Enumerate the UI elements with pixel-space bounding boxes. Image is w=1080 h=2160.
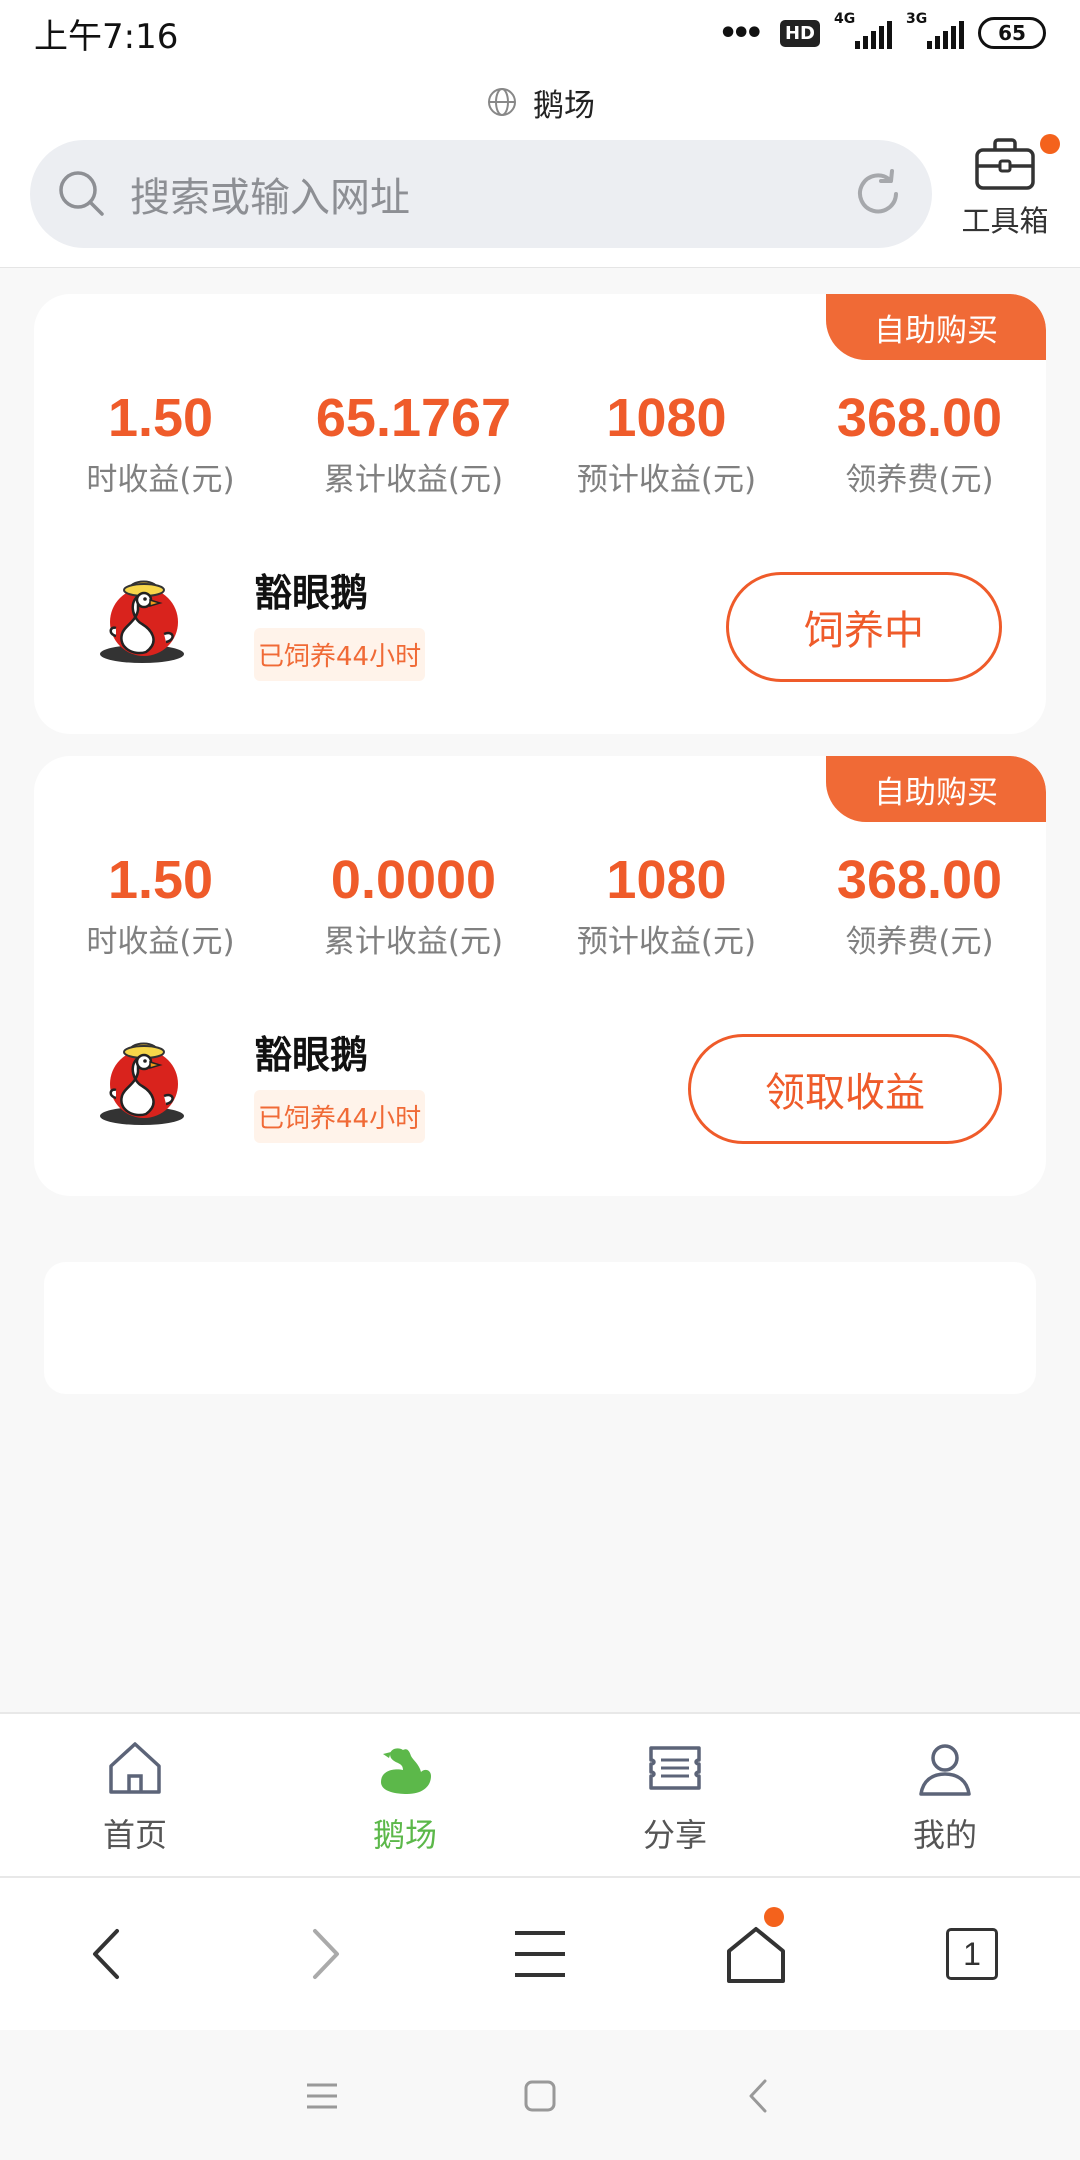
toolbox-label: 工具箱 — [961, 204, 1049, 238]
toolbox-button[interactable]: 工具箱 — [950, 134, 1060, 256]
stat-label: 领养费(元) — [845, 924, 994, 960]
goose-icon — [381, 1748, 431, 1794]
empty-placeholder-card — [44, 1262, 1036, 1394]
goose-status-tag: 已饲养44小时 — [254, 1090, 426, 1143]
signal-icon-1: 4G — [834, 11, 892, 51]
signal-icon-2: 3G — [906, 11, 964, 51]
network-type-2: 3G — [906, 11, 928, 27]
globe-icon — [488, 88, 516, 116]
stat-value: 1.50 — [107, 388, 214, 448]
tab-label: 我的 — [912, 1816, 977, 1854]
goose-status-tag: 已饲养44小时 — [254, 628, 426, 681]
stat-value: 368.00 — [836, 388, 1003, 448]
tab-label: 鹅场 — [372, 1816, 437, 1854]
more-dots-icon: ••• — [718, 15, 763, 51]
goose-name: 豁眼鹅 — [254, 571, 369, 615]
status-time: 上午7:16 — [34, 16, 179, 57]
system-back-icon[interactable] — [739, 2077, 777, 2115]
stat-hourly-income: 1.50 时收益(元) — [34, 384, 287, 499]
forward-arrow-icon — [313, 1929, 339, 1979]
recent-apps-icon[interactable] — [303, 2077, 341, 2115]
browser-header: 鹅场 搜索或输入网址 工具箱 — [0, 66, 1080, 268]
stats-row: 1.50 时收益(元) 65.1767 累计收益(元) 1080 预计收益(元)… — [34, 384, 1046, 499]
claim-income-button[interactable]: 领取收益 — [688, 1034, 1002, 1144]
browser-nav-bar: 1 — [0, 1876, 1080, 2030]
menu-button[interactable] — [432, 1877, 648, 2031]
forward-button[interactable] — [216, 1877, 432, 2031]
goose-name: 豁眼鹅 — [254, 1033, 369, 1077]
stat-adoption-fee: 368.00 领养费(元) — [793, 384, 1046, 499]
browser-home-button[interactable] — [648, 1877, 864, 2031]
stat-value: 1080 — [606, 850, 727, 910]
stat-value: 368.00 — [836, 850, 1003, 910]
tab-goose-farm[interactable]: 鹅场 — [270, 1714, 540, 1876]
status-bar: 上午7:16 ••• HD 4G 3G 65 — [0, 0, 1080, 66]
notification-dot — [764, 1907, 784, 1927]
stat-label: 时收益(元) — [86, 462, 235, 498]
search-icon — [59, 171, 104, 216]
hd-badge: HD — [779, 19, 820, 47]
tab-home[interactable]: 首页 — [0, 1714, 270, 1876]
toolbox-icon — [975, 138, 1035, 190]
system-home-icon[interactable] — [521, 2077, 559, 2115]
user-icon — [919, 1744, 971, 1796]
tabs-button[interactable]: 1 — [864, 1877, 1080, 2031]
site-info: 鹅场 — [0, 74, 1080, 130]
stat-label: 领养费(元) — [845, 462, 994, 498]
back-button[interactable] — [0, 1877, 216, 2031]
tab-label: 首页 — [102, 1816, 167, 1854]
stat-value: 1080 — [606, 388, 727, 448]
search-bar[interactable]: 搜索或输入网址 — [30, 140, 932, 248]
home-icon — [109, 1742, 161, 1794]
stat-expected-income: 1080 预计收益(元) — [540, 384, 793, 499]
self-buy-badge[interactable]: 自助购买 — [826, 294, 1046, 360]
stat-value: 0.0000 — [330, 850, 497, 910]
stat-value: 65.1767 — [315, 388, 512, 448]
tab-count-icon: 1 — [946, 1928, 998, 1980]
self-buy-badge[interactable]: 自助购买 — [826, 756, 1046, 822]
search-input[interactable]: 搜索或输入网址 — [130, 165, 850, 223]
menu-icon — [515, 1931, 565, 1977]
share-icon — [649, 1746, 701, 1790]
status-indicators: ••• HD 4G 3G 65 — [718, 11, 1046, 51]
stat-hourly-income: 1.50 时收益(元) — [34, 846, 287, 961]
refresh-icon[interactable] — [850, 166, 906, 222]
stat-total-income: 65.1767 累计收益(元) — [287, 384, 540, 499]
feeding-button[interactable]: 饲养中 — [726, 572, 1002, 682]
stats-row: 1.50 时收益(元) 0.0000 累计收益(元) 1080 预计收益(元) … — [34, 846, 1046, 961]
tab-label: 分享 — [642, 1816, 707, 1854]
stat-adoption-fee: 368.00 领养费(元) — [793, 846, 1046, 961]
network-type-1: 4G — [834, 11, 856, 27]
battery-level: 65 — [998, 21, 1026, 45]
stat-label: 预计收益(元) — [576, 462, 757, 498]
app-screen: 上午7:16 ••• HD 4G 3G 65 鹅场 搜索或输入网址 工具箱 自助… — [0, 0, 1080, 2160]
battery-icon: 65 — [978, 17, 1046, 49]
app-tab-bar: 首页 鹅场 分享 我的 — [0, 1712, 1080, 1876]
house-icon — [727, 1927, 785, 1983]
stat-label: 累计收益(元) — [323, 462, 504, 498]
goose-avatar-icon — [100, 1042, 184, 1125]
stat-total-income: 0.0000 累计收益(元) — [287, 846, 540, 961]
stat-label: 累计收益(元) — [323, 924, 504, 960]
goose-card-1: 自助购买 1.50 时收益(元) 65.1767 累计收益(元) 1080 预计… — [34, 294, 1046, 734]
tab-mine[interactable]: 我的 — [810, 1714, 1080, 1876]
stat-value: 1.50 — [107, 850, 214, 910]
system-nav-bar — [0, 2032, 1080, 2160]
goose-card-2: 自助购买 1.50 时收益(元) 0.0000 累计收益(元) 1080 预计收… — [34, 756, 1046, 1196]
tab-share[interactable]: 分享 — [540, 1714, 810, 1876]
stat-label: 时收益(元) — [86, 924, 235, 960]
back-arrow-icon — [93, 1929, 119, 1979]
goose-avatar-icon — [100, 580, 184, 663]
site-title: 鹅场 — [533, 87, 595, 124]
stat-expected-income: 1080 预计收益(元) — [540, 846, 793, 961]
notification-dot — [1040, 134, 1060, 154]
stat-label: 预计收益(元) — [576, 924, 757, 960]
